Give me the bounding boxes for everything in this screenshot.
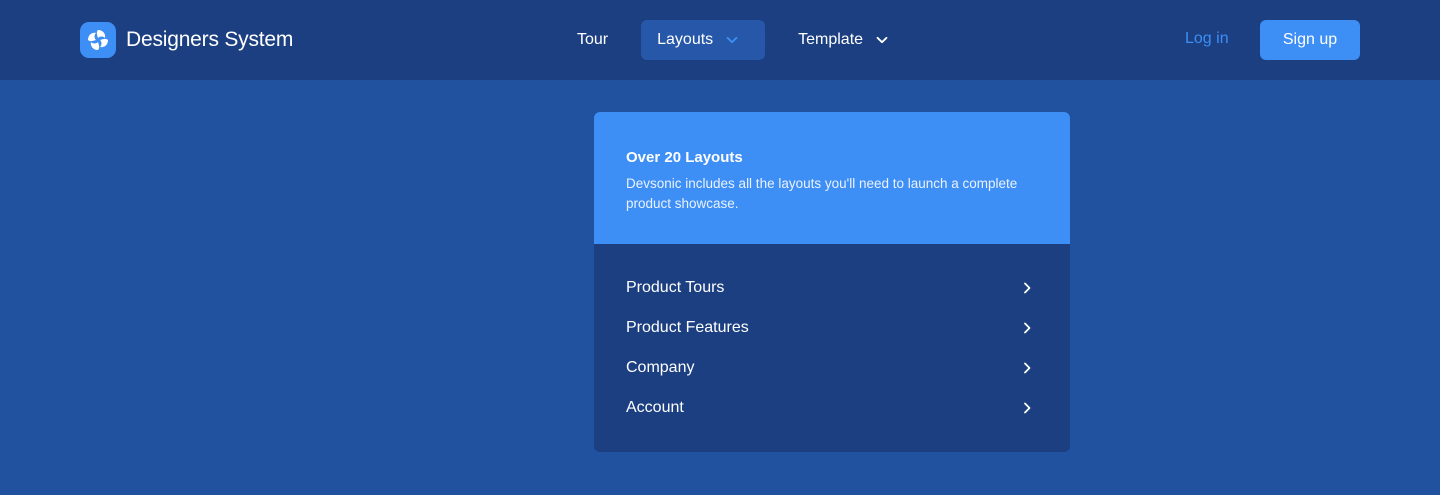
- chevron-right-icon: [1020, 321, 1034, 335]
- dropdown-header: Over 20 Layouts Devsonic includes all th…: [594, 112, 1070, 244]
- chevron-down-icon: [875, 33, 889, 47]
- dropdown-item-label: Product Features: [626, 319, 749, 336]
- dropdown-item-product-tours[interactable]: Product Tours: [594, 268, 1070, 308]
- dropdown-item-label: Account: [626, 399, 684, 416]
- dropdown-item-product-features[interactable]: Product Features: [594, 308, 1070, 348]
- dropdown-item-label: Company: [626, 359, 695, 376]
- swirl-logo-icon: [80, 22, 116, 58]
- dropdown-description: Devsonic includes all the layouts you'll…: [626, 176, 1018, 211]
- brand-name: Designers System: [126, 28, 294, 51]
- dropdown-title: Over 20 Layouts: [626, 149, 743, 166]
- login-link[interactable]: Log in: [1185, 30, 1229, 48]
- swirl-logo-glyph: [88, 30, 108, 50]
- dropdown-item-label: Product Tours: [626, 279, 725, 296]
- nav-item-template-label: Template: [798, 31, 864, 48]
- chevron-down-icon: [725, 33, 739, 47]
- chevron-right-icon: [1020, 281, 1034, 295]
- signup-button-label: Sign up: [1282, 31, 1338, 48]
- nav-item-template[interactable]: Template: [782, 20, 905, 60]
- chevron-right-icon: [1020, 401, 1034, 415]
- nav-item-layouts-label: Layouts: [657, 31, 714, 48]
- dropdown-list: Product Tours Product Features Company A…: [594, 244, 1070, 428]
- top-navbar: Designers System Tour Layouts Template L…: [0, 0, 1440, 80]
- layouts-dropdown-menu: Over 20 Layouts Devsonic includes all th…: [594, 112, 1070, 452]
- chevron-right-icon: [1020, 361, 1034, 375]
- nav-item-tour[interactable]: Tour: [560, 20, 625, 60]
- signup-button[interactable]: Sign up: [1260, 20, 1360, 60]
- dropdown-item-company[interactable]: Company: [594, 348, 1070, 388]
- nav-item-layouts[interactable]: Layouts: [641, 20, 766, 60]
- brand-home-link[interactable]: Designers System: [80, 22, 293, 58]
- main-nav: Tour Layouts Template: [560, 20, 905, 60]
- nav-item-tour-label: Tour: [577, 31, 609, 48]
- dropdown-item-account[interactable]: Account: [594, 388, 1070, 428]
